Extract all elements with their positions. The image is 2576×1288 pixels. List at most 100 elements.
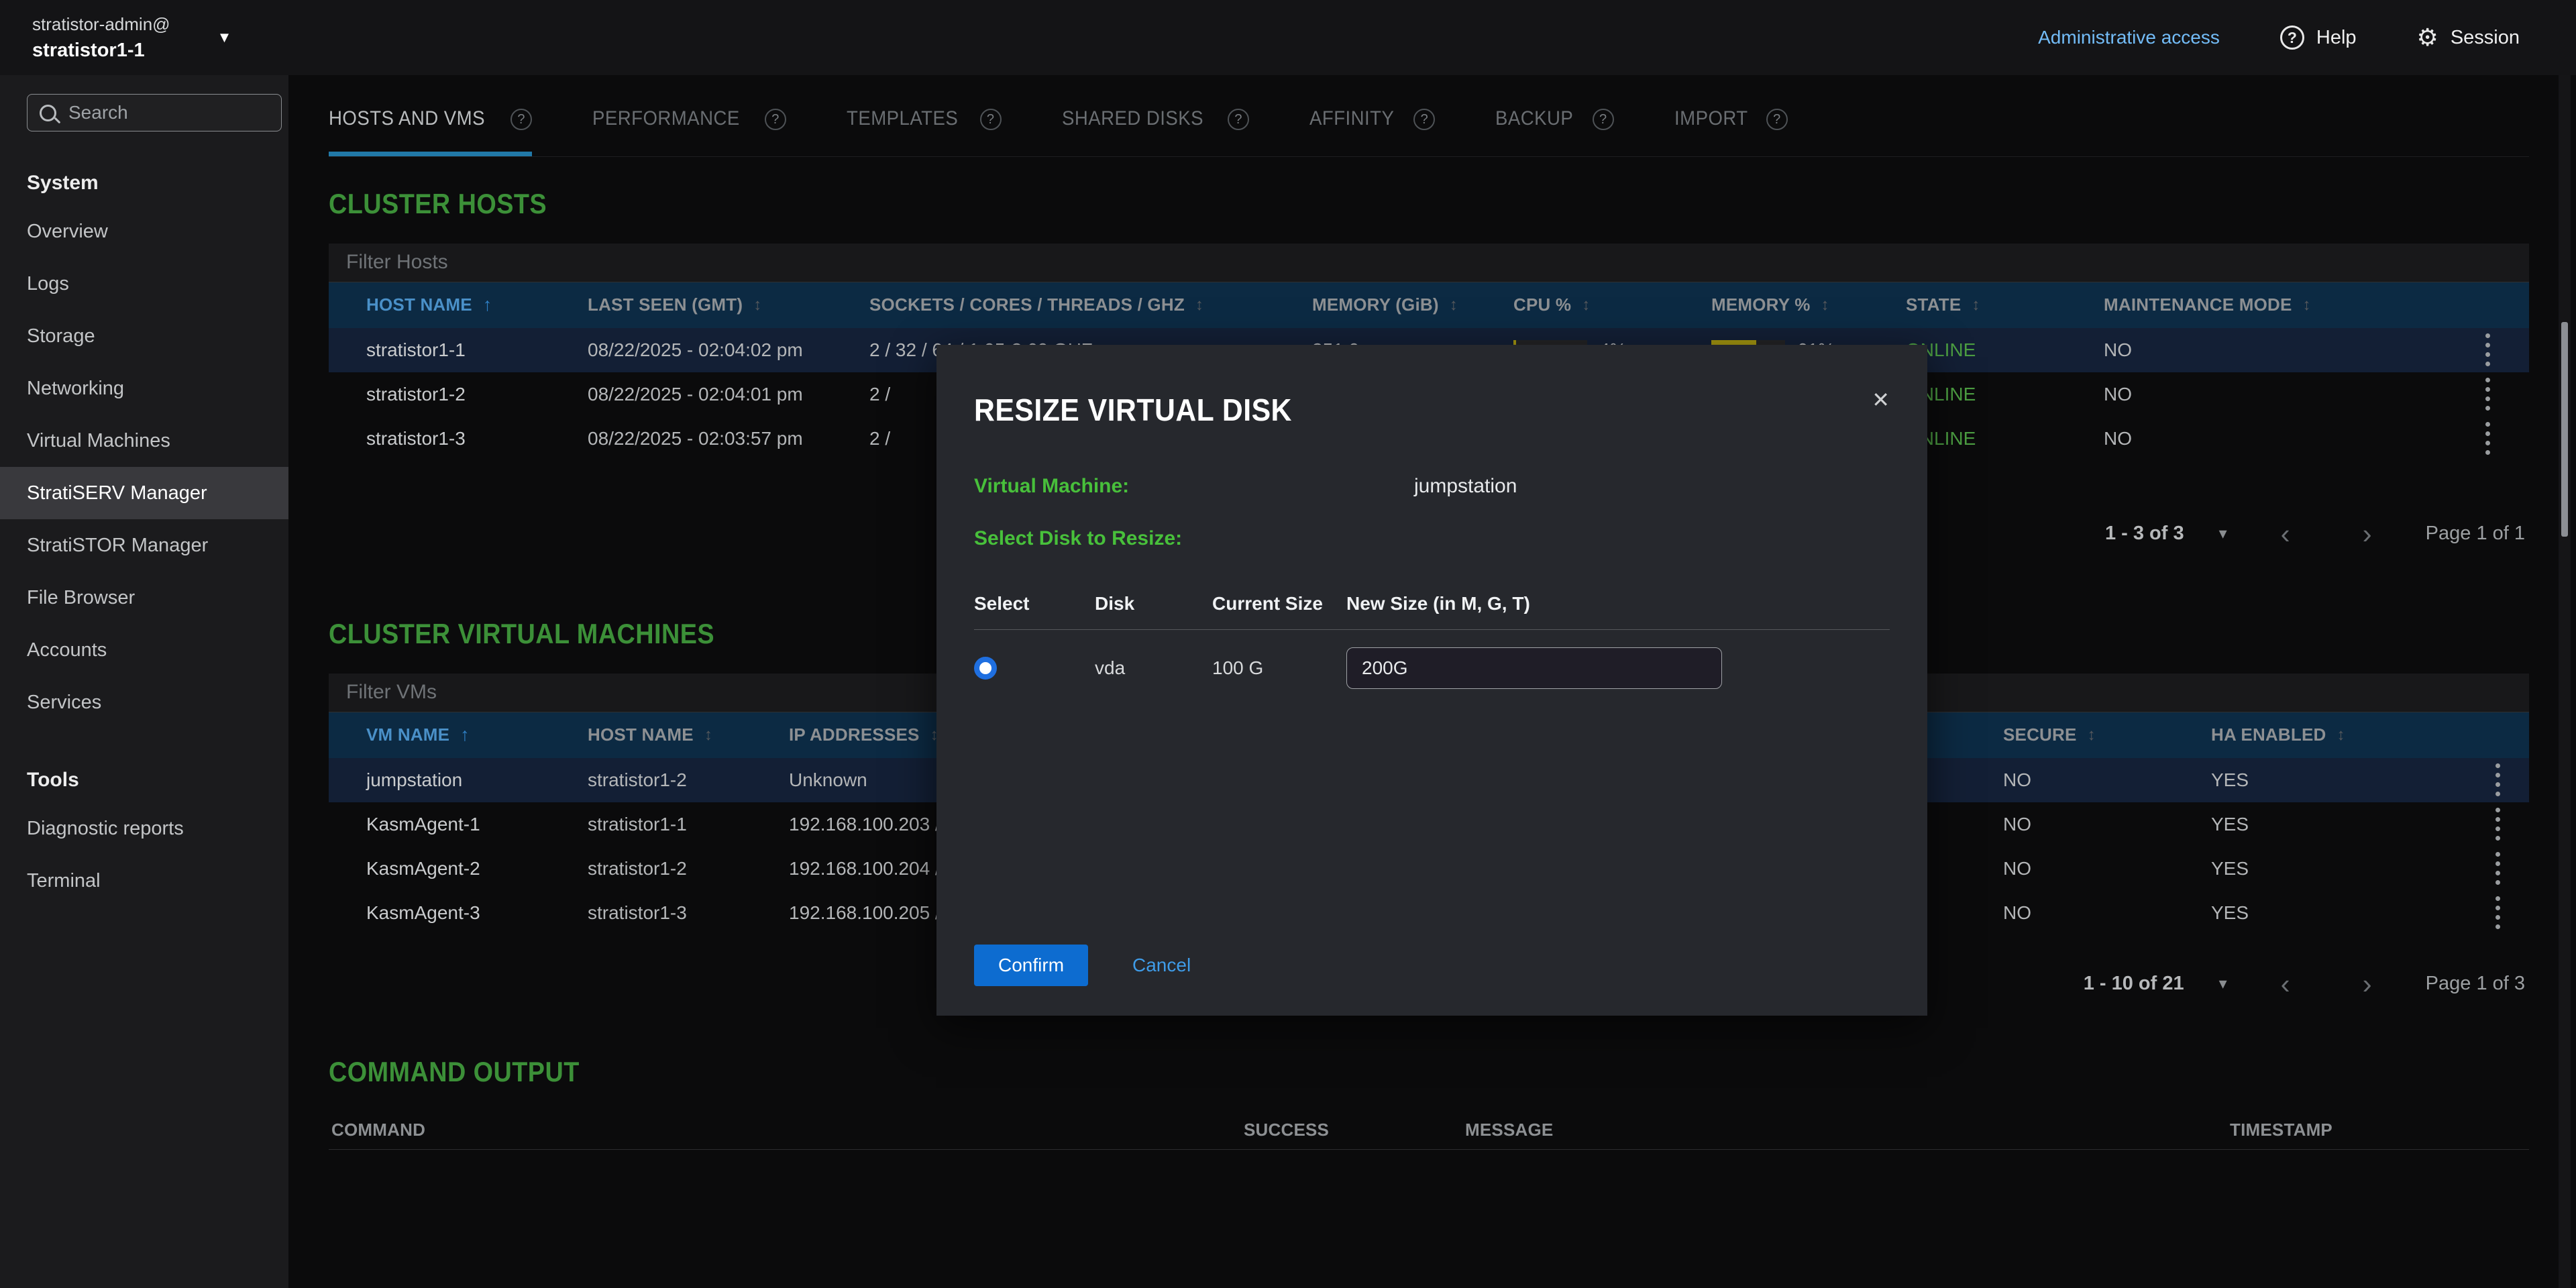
kebab-menu-icon[interactable] xyxy=(2491,804,2504,845)
disk-current-size: 100 G xyxy=(1212,657,1346,679)
column-sockets[interactable]: SOCKETS / CORES / THREADS / GHZ↕ xyxy=(869,294,1312,315)
disk-select-radio[interactable] xyxy=(974,657,997,680)
maintenance-mode: NO xyxy=(2104,384,2446,405)
sidebar-item-stratiserv-manager[interactable]: StratiSERV Manager xyxy=(0,467,288,519)
column-timestamp: TIMESTAMP xyxy=(2230,1120,2529,1140)
kebab-menu-icon[interactable] xyxy=(2491,759,2504,800)
sidebar-item-terminal[interactable]: Terminal xyxy=(0,855,288,907)
help-menu[interactable]: ? Help xyxy=(2280,25,2357,50)
vm-secure: NO xyxy=(2003,814,2211,835)
confirm-button[interactable]: Confirm xyxy=(974,945,1088,986)
column-secure[interactable]: SECURE↕ xyxy=(2003,724,2211,745)
user-name: stratistor-admin@ xyxy=(32,14,170,35)
sidebar-item-overview[interactable]: Overview xyxy=(0,205,288,258)
kebab-menu-icon[interactable] xyxy=(2491,892,2504,933)
sidebar-item-file-browser[interactable]: File Browser xyxy=(0,572,288,624)
tab-help-icon[interactable]: ? xyxy=(1766,109,1788,130)
sidebar-item-virtual-machines[interactable]: Virtual Machines xyxy=(0,415,288,467)
search-icon xyxy=(40,105,56,121)
topbar-actions: Administrative access ? Help ⚙ Session xyxy=(2038,25,2520,50)
help-icon: ? xyxy=(2280,25,2304,50)
tab-shared-disks[interactable]: SHARED DISKS ? xyxy=(1062,107,1249,156)
session-menu[interactable]: ⚙ Session xyxy=(2417,25,2520,50)
tab-backup[interactable]: BACKUP ? xyxy=(1495,107,1613,156)
administrative-access-link[interactable]: Administrative access xyxy=(2038,27,2220,48)
kebab-menu-icon[interactable] xyxy=(2491,848,2504,889)
sort-icon: ↕ xyxy=(2337,726,2345,745)
tab-help-icon[interactable]: ? xyxy=(765,109,786,130)
user-menu[interactable]: stratistor-admin@ stratistor1-1 ▼ xyxy=(32,14,231,62)
tab-help-icon[interactable]: ? xyxy=(511,109,532,130)
kebab-menu-icon[interactable] xyxy=(2481,418,2494,459)
previous-page-icon[interactable]: ‹ xyxy=(2262,970,2309,998)
vms-page-indicator: Page 1 of 3 xyxy=(2426,973,2525,995)
sidebar-item-logs[interactable]: Logs xyxy=(0,258,288,310)
sidebar-item-accounts[interactable]: Accounts xyxy=(0,624,288,676)
host-state: ONLINE xyxy=(1906,384,2104,405)
next-page-icon[interactable]: › xyxy=(2344,520,2391,548)
tab-affinity[interactable]: AFFINITY ? xyxy=(1309,107,1435,156)
topbar: stratistor-admin@ stratistor1-1 ▼ Admini… xyxy=(0,0,2576,75)
dialog-actions: Confirm Cancel xyxy=(974,945,1191,986)
sidebar-item-networking[interactable]: Networking xyxy=(0,362,288,415)
previous-page-icon[interactable]: ‹ xyxy=(2262,520,2309,548)
tab-help-icon[interactable]: ? xyxy=(1228,109,1249,130)
next-page-icon[interactable]: › xyxy=(2344,970,2391,998)
command-output-title: COMMAND OUTPUT xyxy=(329,1056,2309,1088)
column-message: MESSAGE xyxy=(1465,1120,2230,1140)
vm-ha: YES xyxy=(2211,902,2466,924)
sort-icon: ↕ xyxy=(1195,296,1203,315)
vm-ha: YES xyxy=(2211,769,2466,791)
column-command: COMMAND xyxy=(331,1120,1244,1140)
cluster-hosts-title: CLUSTER HOSTS xyxy=(329,188,2309,220)
vertical-scrollbar[interactable] xyxy=(2559,75,2571,1288)
new-size-input[interactable] xyxy=(1346,647,1722,689)
sort-icon: ↕ xyxy=(1821,296,1829,315)
maintenance-mode: NO xyxy=(2104,339,2446,361)
sort-ascending-icon: ↑ xyxy=(460,724,470,745)
sidebar-item-storage[interactable]: Storage xyxy=(0,310,288,362)
tab-templates[interactable]: TEMPLATES ? xyxy=(847,107,1002,156)
sidebar-section-system: System xyxy=(27,172,288,195)
command-output-header: COMMAND SUCCESS MESSAGE TIMESTAMP xyxy=(329,1112,2529,1150)
tab-help-icon[interactable]: ? xyxy=(1593,109,1614,130)
column-vm-host-name[interactable]: HOST NAME↕ xyxy=(588,724,789,745)
column-ha-enabled[interactable]: HA ENABLED↕ xyxy=(2211,724,2466,745)
column-memory-gib[interactable]: MEMORY (GiB)↕ xyxy=(1312,294,1513,315)
vm-secure: NO xyxy=(2003,769,2211,791)
sidebar-item-diagnostic-reports[interactable]: Diagnostic reports xyxy=(0,802,288,855)
scrollbar-thumb[interactable] xyxy=(2561,322,2568,537)
page-size-dropdown-icon[interactable]: ▾ xyxy=(2219,974,2227,994)
search-input[interactable] xyxy=(67,101,269,124)
column-maintenance-mode[interactable]: MAINTENANCE MODE↕ xyxy=(2104,294,2446,315)
tab-performance[interactable]: PERFORMANCE ? xyxy=(592,107,786,156)
column-state[interactable]: STATE↕ xyxy=(1906,294,2104,315)
column-last-seen[interactable]: LAST SEEN (GMT)↕ xyxy=(588,294,869,315)
cancel-button[interactable]: Cancel xyxy=(1132,955,1191,976)
tab-help-icon[interactable]: ? xyxy=(1413,109,1435,130)
sidebar-search[interactable] xyxy=(27,94,282,131)
column-current-size: Current Size xyxy=(1212,593,1346,614)
filter-hosts-input[interactable] xyxy=(329,244,2529,282)
page-size-dropdown-icon[interactable]: ▾ xyxy=(2219,524,2227,543)
column-disk: Disk xyxy=(1095,593,1212,614)
column-memory-pct[interactable]: MEMORY %↕ xyxy=(1711,294,1906,315)
close-icon[interactable]: ✕ xyxy=(1872,389,1890,411)
tab-help-icon[interactable]: ? xyxy=(980,109,1002,130)
column-vm-name[interactable]: VM NAME↑ xyxy=(366,724,588,745)
sort-icon: ↕ xyxy=(2088,726,2096,745)
gear-icon: ⚙ xyxy=(2417,25,2438,50)
vm-ha: YES xyxy=(2211,814,2466,835)
column-cpu-pct[interactable]: CPU %↕ xyxy=(1513,294,1711,315)
vms-range: 1 - 10 of 21 xyxy=(2084,973,2184,995)
kebab-menu-icon[interactable] xyxy=(2481,374,2494,415)
tab-hosts-and-vms[interactable]: HOSTS AND VMS ? xyxy=(329,107,532,156)
sort-icon: ↕ xyxy=(1972,296,1980,315)
tab-import[interactable]: IMPORT ? xyxy=(1674,107,1788,156)
kebab-menu-icon[interactable] xyxy=(2481,329,2494,370)
column-host-name[interactable]: HOST NAME↑ xyxy=(366,294,588,315)
user-identity: stratistor-admin@ stratistor1-1 xyxy=(32,14,170,62)
sort-icon: ↕ xyxy=(753,296,761,315)
sidebar-item-services[interactable]: Services xyxy=(0,676,288,729)
sidebar-item-stratistor-manager[interactable]: StratiSTOR Manager xyxy=(0,519,288,572)
